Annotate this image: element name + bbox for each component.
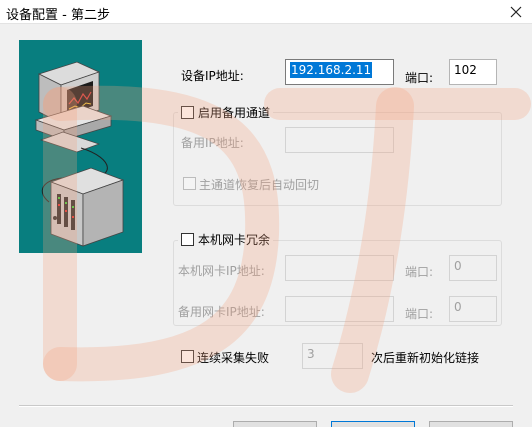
footer-separator: [19, 405, 513, 407]
local-nic-port-field[interactable]: 0: [449, 255, 497, 281]
title-bar: 设备配置 - 第二步: [0, 0, 532, 24]
back-button[interactable]: [233, 421, 317, 427]
backup-channel-label: 启用备用通道: [198, 106, 271, 120]
device-ip-label: 设备IP地址:: [181, 69, 244, 83]
device-ip-field[interactable]: 192.168.2.11: [285, 59, 394, 85]
local-nic-port-value: 0: [454, 259, 462, 273]
window-title: 设备配置 - 第二步: [6, 8, 110, 23]
nic-redundancy-checkbox[interactable]: [181, 233, 194, 246]
backup-ip-field[interactable]: [285, 127, 394, 153]
backup-channel-title: 启用备用通道: [178, 104, 274, 121]
backup-channel-checkbox[interactable]: [181, 106, 194, 119]
backup-ip-label: 备用IP地址:: [181, 136, 244, 150]
auto-switchback-checkbox[interactable]: [183, 177, 196, 190]
computer-icon: [34, 61, 113, 153]
cancel-button[interactable]: [429, 421, 513, 427]
illustration-art: [34, 61, 125, 247]
auto-switchback-label: 主通道恢复后自动回切: [199, 178, 320, 192]
next-button[interactable]: [331, 421, 415, 427]
port-field[interactable]: 102: [449, 59, 497, 85]
close-button[interactable]: [500, 0, 532, 24]
illustration-panel: [19, 40, 142, 253]
reinit-label: 连续采集失败: [197, 351, 270, 365]
reinit-suffix-label: 次后重新初始化链接: [371, 351, 480, 365]
reinit-count-value: 3: [307, 347, 315, 361]
nic-redundancy-title: 本机网卡冗余: [178, 231, 274, 248]
reinit-count-field[interactable]: 3: [302, 343, 363, 369]
port-label: 端口:: [405, 71, 434, 85]
device-ip-value: 192.168.2.11: [290, 62, 373, 78]
reinit-checkbox[interactable]: [181, 350, 194, 363]
plc-device-icon: [49, 167, 125, 247]
close-icon: [510, 6, 522, 18]
local-nic-ip-label: 本机网卡IP地址:: [178, 264, 265, 278]
backup-nic-port-label: 端口:: [405, 307, 434, 321]
backup-nic-ip-field[interactable]: [285, 296, 394, 322]
port-value: 102: [454, 63, 477, 77]
nic-redundancy-label: 本机网卡冗余: [198, 233, 271, 247]
backup-nic-ip-label: 备用网卡IP地址:: [178, 305, 265, 319]
backup-nic-port-value: 0: [454, 300, 462, 314]
backup-nic-port-field[interactable]: 0: [449, 296, 497, 322]
local-nic-ip-field[interactable]: [285, 255, 394, 281]
local-nic-port-label: 端口:: [405, 265, 434, 279]
